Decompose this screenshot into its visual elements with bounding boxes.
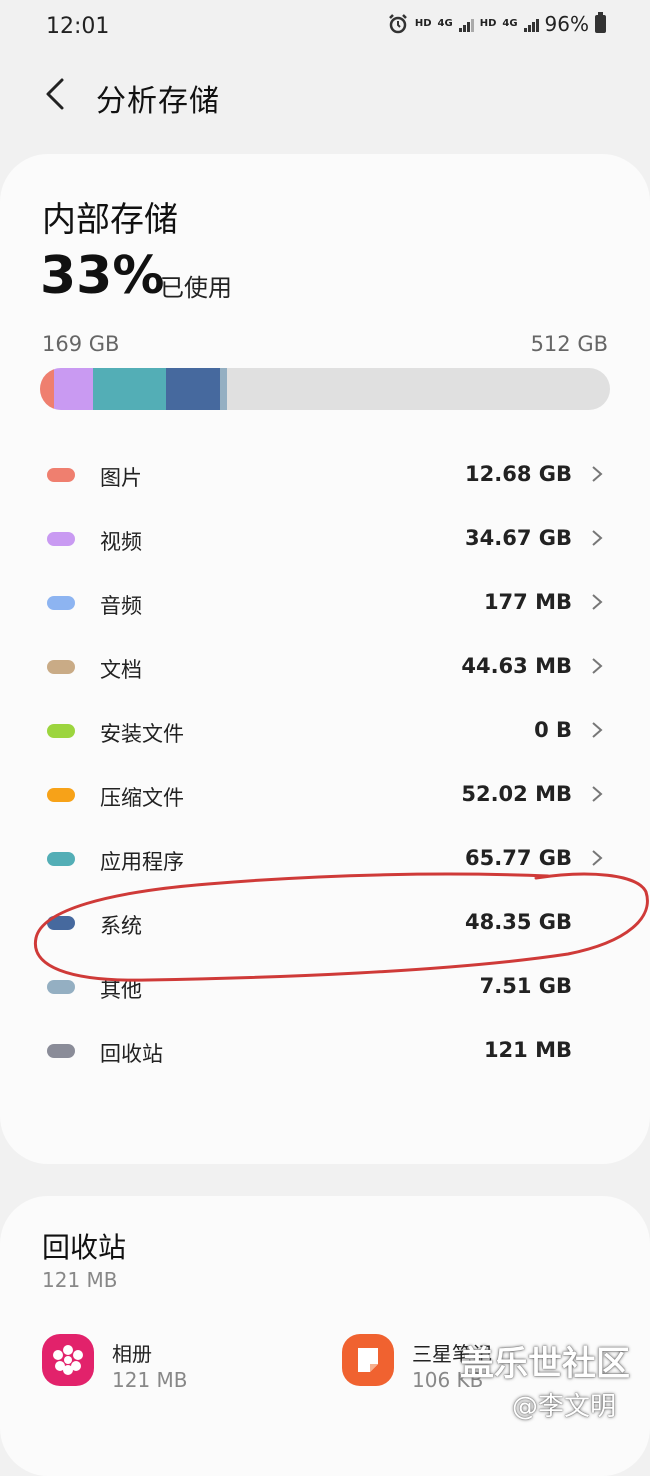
category-value: 177 MB [483, 590, 572, 614]
category-color-dot [47, 852, 75, 866]
category-label: 系统 [100, 914, 142, 938]
total-size: 512 GB [530, 332, 608, 356]
trash-size: 121 MB [42, 1268, 118, 1292]
notes-icon [342, 1334, 394, 1386]
category-color-dot [47, 1044, 75, 1058]
usage-segment-apps [93, 368, 166, 410]
used-percent: 33% [40, 246, 165, 306]
network-indicator-1: 4G [437, 18, 453, 29]
category-row-apps[interactable]: 应用程序 65.77 GB [0, 828, 650, 892]
category-row-compressed-files[interactable]: 压缩文件 52.02 MB [0, 764, 650, 828]
back-arrow-icon[interactable] [36, 74, 76, 114]
status-bar: 12:01 HD 4G HD 4G 96% [0, 0, 650, 56]
category-value: 121 MB [483, 1038, 572, 1062]
watermark-author: @李文明 [512, 1392, 617, 1422]
category-label: 应用程序 [100, 850, 184, 874]
category-label: 视频 [100, 530, 142, 554]
signal-icon-1 [458, 16, 474, 32]
chevron-right-icon [592, 850, 603, 866]
app-header: 分析存储 [0, 60, 650, 130]
category-label: 回收站 [100, 1042, 163, 1066]
chevron-right-icon [592, 530, 603, 546]
category-row-audio[interactable]: 音频 177 MB [0, 572, 650, 636]
category-row-install-files[interactable]: 安装文件 0 B [0, 700, 650, 764]
category-value: 12.68 GB [465, 462, 572, 486]
category-label: 图片 [100, 466, 142, 490]
status-time: 12:01 [46, 14, 110, 39]
app-name: 相册 [112, 1342, 152, 1366]
category-color-dot [47, 660, 75, 674]
alarm-icon [388, 14, 407, 34]
category-label: 压缩文件 [100, 786, 184, 810]
status-icons: HD 4G HD 4G 96% [387, 12, 606, 36]
category-color-dot [47, 596, 75, 610]
usage-segment-other [220, 368, 227, 410]
category-row-system: 系统 48.35 GB [0, 892, 650, 956]
usage-segment-images [40, 368, 54, 410]
category-value: 65.77 GB [465, 846, 572, 870]
hd-indicator-1: HD [414, 18, 432, 29]
category-row-trash: 回收站 121 MB [0, 1020, 650, 1084]
category-row-documents[interactable]: 文档 44.63 MB [0, 636, 650, 700]
category-color-dot [47, 980, 75, 994]
battery-percent: 96% [544, 12, 589, 36]
trash-title: 回收站 [42, 1231, 127, 1264]
storage-usage-bar [40, 368, 610, 410]
chevron-right-icon [592, 594, 603, 610]
chevron-right-icon [592, 722, 603, 738]
category-row-other: 其他 7.51 GB [0, 956, 650, 1020]
category-color-dot [47, 532, 75, 546]
chevron-right-icon [592, 658, 603, 674]
network-indicator-2: 4G [502, 18, 518, 29]
storage-title: 内部存储 [42, 200, 178, 240]
flower-icon [42, 1334, 94, 1386]
chevron-right-icon [592, 786, 603, 802]
category-label: 其他 [100, 978, 142, 1002]
used-label: 已使用 [160, 274, 232, 302]
category-value: 34.67 GB [465, 526, 572, 550]
category-list: 图片 12.68 GB 视频 34.67 GB 音频 177 MB 文档 44.… [0, 444, 650, 1084]
watermark-community: 盖乐世社区 [460, 1344, 630, 1384]
category-color-dot [47, 468, 75, 482]
category-value: 48.35 GB [465, 910, 572, 934]
app-size: 121 MB [112, 1368, 188, 1392]
page-title: 分析存储 [96, 84, 220, 119]
usage-segment-videos [54, 368, 93, 410]
category-color-dot [47, 916, 75, 930]
category-label: 音频 [100, 594, 142, 618]
hd-indicator-2: HD [479, 18, 497, 29]
category-color-dot [47, 724, 75, 738]
category-label: 文档 [100, 658, 142, 682]
category-row-videos[interactable]: 视频 34.67 GB [0, 508, 650, 572]
category-label: 安装文件 [100, 722, 184, 746]
category-value: 0 B [534, 718, 572, 742]
used-size: 169 GB [42, 332, 120, 356]
chevron-right-icon [592, 466, 603, 482]
battery-icon [595, 12, 606, 33]
category-value: 44.63 MB [461, 654, 572, 678]
usage-segment-system [166, 368, 220, 410]
category-color-dot [47, 788, 75, 802]
category-value: 7.51 GB [479, 974, 572, 998]
category-row-images[interactable]: 图片 12.68 GB [0, 444, 650, 508]
category-value: 52.02 MB [461, 782, 572, 806]
internal-storage-card: 内部存储 33% 已使用 169 GB 512 GB 图片 12.68 GB 视… [0, 154, 650, 1164]
signal-icon-2 [523, 16, 539, 32]
